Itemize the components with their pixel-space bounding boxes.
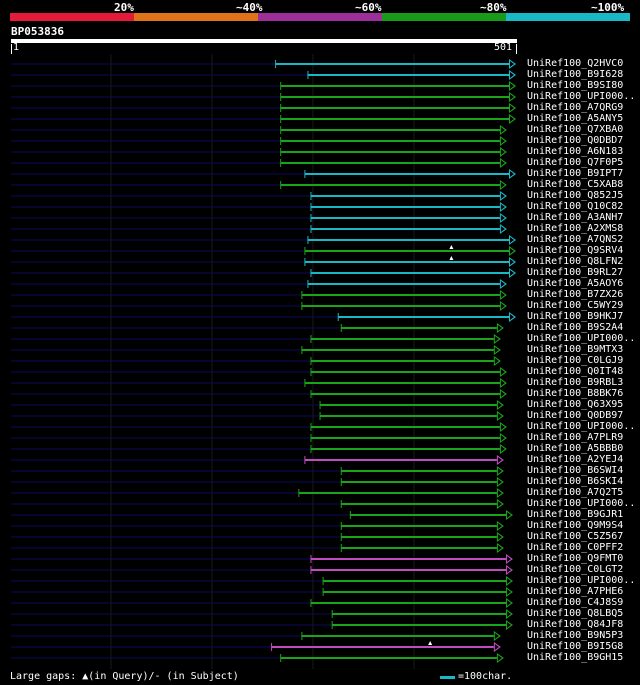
hit-label[interactable]: UniRef100_Q9M9S4 [527,520,623,531]
hit-label[interactable]: UniRef100_B9I628 [527,69,623,80]
large-gap-marker [428,641,433,645]
hit-label[interactable]: UniRef100_UPI000.. [527,421,635,432]
hit-label[interactable]: UniRef100_B6SKI4 [527,476,623,487]
hit-label[interactable]: UniRef100_C0PFF2 [527,542,623,553]
hit-label[interactable]: UniRef100_UPI000.. [527,575,635,586]
hit-label[interactable]: UniRef100_B9N5P3 [527,630,623,641]
hit-label[interactable]: UniRef100_Q2HVC0 [527,58,623,69]
hit-label[interactable]: UniRef100_B9MTX3 [527,344,623,355]
hit-label[interactable]: UniRef100_B9SI80 [527,80,623,91]
hit-label[interactable]: UniRef100_B6SWI4 [527,465,623,476]
gaps-legend: Large gaps: ▲(in Query)/- (in Subject) [10,671,239,682]
hit-label[interactable]: UniRef100_C0LGT2 [527,564,623,575]
gaps-in-subject: - (in Subject) [154,671,239,682]
hit-label[interactable]: UniRef100_B9RL27 [527,267,623,278]
hit-label[interactable]: UniRef100_Q10C82 [527,201,623,212]
hit-label[interactable]: UniRef100_A2XMS8 [527,223,623,234]
hit-label[interactable]: UniRef100_Q7XBA0 [527,124,623,135]
hit-label[interactable]: UniRef100_C0LGJ9 [527,355,623,366]
hit-label[interactable]: UniRef100_Q84JF8 [527,619,623,630]
hit-label[interactable]: UniRef100_A7PLR9 [527,432,623,443]
hit-label[interactable]: UniRef100_B9GJR1 [527,509,623,520]
hit-label[interactable]: UniRef100_B9HKJ7 [527,311,623,322]
scale-bar [440,676,455,679]
gaps-label: Large gaps: [10,671,77,682]
hit-label[interactable]: UniRef100_A3ANH7 [527,212,623,223]
hit-label[interactable]: UniRef100_A7QRG9 [527,102,623,113]
hit-label[interactable]: UniRef100_Q0IT48 [527,366,623,377]
hit-label[interactable]: UniRef100_Q852J5 [527,190,623,201]
hit-label[interactable]: UniRef100_B9S2A4 [527,322,623,333]
hit-label[interactable]: UniRef100_Q8LFN2 [527,256,623,267]
hit-label[interactable]: UniRef100_UPI000.. [527,498,635,509]
hit-label[interactable]: UniRef100_Q9SRV4 [527,245,623,256]
large-gap-marker [449,256,454,260]
hit-label[interactable]: UniRef100_Q8LBQ5 [527,608,623,619]
hit-label[interactable]: UniRef100_Q0DB97 [527,410,623,421]
hit-label[interactable]: UniRef100_C4J8S9 [527,597,623,608]
hit-label[interactable]: UniRef100_Q7F0P5 [527,157,623,168]
hit-label[interactable]: UniRef100_Q0DBD7 [527,135,623,146]
large-gap-marker [449,245,454,249]
gaps-in-query: ▲(in Query)/ [82,671,155,682]
hit-label[interactable]: UniRef100_A5ANY5 [527,113,623,124]
hit-label[interactable]: UniRef100_A7Q2T5 [527,487,623,498]
scale-label: =100char. [458,671,513,682]
hit-label[interactable]: UniRef100_B9RBL3 [527,377,623,388]
hit-label[interactable]: UniRef100_C5Z567 [527,531,623,542]
hit-label[interactable]: UniRef100_Q9FMT0 [527,553,623,564]
hit-label[interactable]: UniRef100_C5WY29 [527,300,623,311]
hit-label[interactable]: UniRef100_A7PHE6 [527,586,623,597]
hit-label[interactable]: UniRef100_A6N183 [527,146,623,157]
hit-label[interactable]: UniRef100_A2YEJ4 [527,454,623,465]
hit-label[interactable]: UniRef100_C5XAB8 [527,179,623,190]
hit-label[interactable]: UniRef100_Q63X95 [527,399,623,410]
hit-label[interactable]: UniRef100_UPI000.. [527,333,635,344]
hit-label[interactable]: UniRef100_B9IPT7 [527,168,623,179]
hit-label[interactable]: UniRef100_B9I5G8 [527,641,623,652]
hit-label[interactable]: UniRef100_UPI000.. [527,91,635,102]
hit-label[interactable]: UniRef100_A7QNS2 [527,234,623,245]
hit-label[interactable]: UniRef100_A5AOY6 [527,278,623,289]
hit-label[interactable]: UniRef100_A5BBB0 [527,443,623,454]
hit-label[interactable]: UniRef100_B9GH15 [527,652,623,663]
hit-label[interactable]: UniRef100_B7ZX26 [527,289,623,300]
hit-label[interactable]: UniRef100_B8BK76 [527,388,623,399]
